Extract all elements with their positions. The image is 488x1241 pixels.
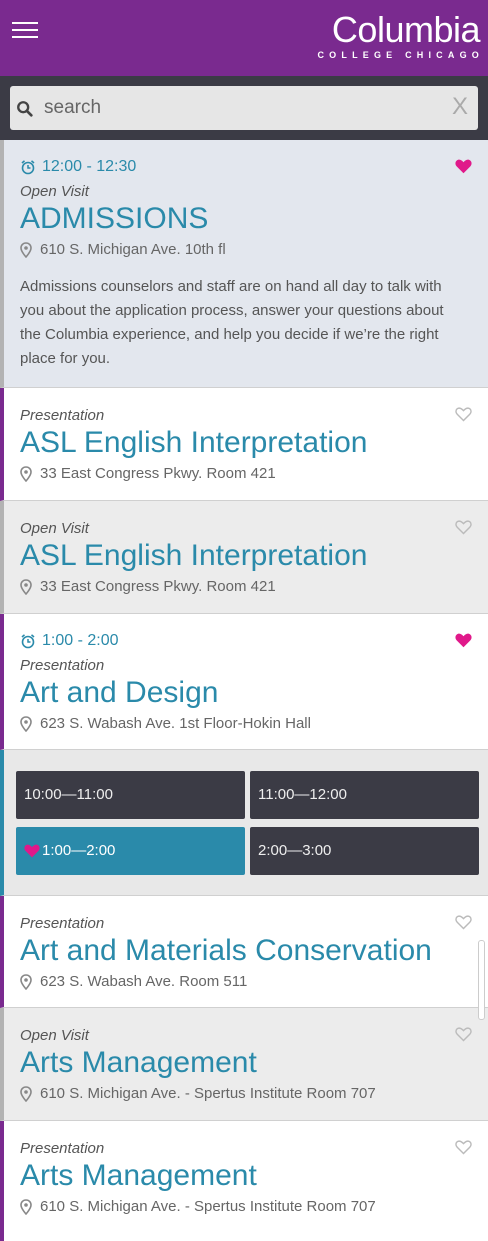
- event-type: Presentation: [20, 1140, 105, 1157]
- favorite-heart-outline-icon[interactable]: [455, 520, 472, 535]
- event-type: Presentation: [20, 407, 105, 424]
- event-location: 623 S. Wabash Ave. Room 511: [20, 973, 248, 991]
- location-pin-icon: [20, 579, 32, 596]
- event-location-text: 33 East Congress Pkwy. Room 421: [40, 465, 276, 482]
- event-item-arts-management-open-visit[interactable]: Open Visit Arts Management 610 S. Michig…: [0, 1008, 488, 1121]
- favorite-heart-filled-icon[interactable]: [455, 159, 472, 174]
- favorite-heart-outline-icon[interactable]: [455, 407, 472, 422]
- location-pin-icon: [20, 1199, 32, 1216]
- app-header: Columbia COLLEGE CHICAGO: [0, 0, 488, 76]
- event-time-text: 12:00 - 12:30: [42, 158, 137, 175]
- event-title[interactable]: ASL English Interpretation: [20, 426, 367, 460]
- time-slot-label: 10:00—11:00: [24, 786, 113, 803]
- event-item-asl-presentation[interactable]: Presentation ASL English Interpretation …: [0, 388, 488, 501]
- search-icon: [17, 101, 33, 117]
- location-pin-icon: [20, 1086, 32, 1103]
- event-title[interactable]: ASL English Interpretation: [20, 539, 367, 573]
- event-type: Open Visit: [20, 183, 89, 200]
- logo-wordmark: Columbia: [331, 9, 481, 50]
- favorite-heart-filled-icon[interactable]: [455, 633, 472, 648]
- event-item-art-and-design[interactable]: 1:00 - 2:00 Presentation Art and Design …: [0, 614, 488, 750]
- event-item-arts-management-presentation[interactable]: Presentation Arts Management 610 S. Mich…: [0, 1121, 488, 1241]
- logo-subtitle: COLLEGE CHICAGO: [317, 50, 484, 60]
- event-location-text: 610 S. Michigan Ave. 10th fl: [40, 241, 226, 258]
- event-location: 33 East Congress Pkwy. Room 421: [20, 578, 276, 596]
- scrollbar[interactable]: [478, 940, 485, 1020]
- event-title[interactable]: Arts Management: [20, 1159, 257, 1193]
- favorite-heart-outline-icon[interactable]: [455, 1027, 472, 1042]
- event-location: 33 East Congress Pkwy. Room 421: [20, 465, 276, 483]
- event-type: Open Visit: [20, 520, 89, 537]
- event-item-admissions[interactable]: 12:00 - 12:30 Open Visit ADMISSIONS 610 …: [0, 140, 488, 388]
- event-location-text: 623 S. Wabash Ave. 1st Floor-Hokin Hall: [40, 715, 311, 732]
- favorite-heart-outline-icon[interactable]: [455, 915, 472, 930]
- event-location-text: 610 S. Michigan Ave. - Spertus Institute…: [40, 1085, 376, 1102]
- time-slot-button-selected[interactable]: 1:00—2:00: [16, 827, 245, 875]
- time-slot-label: 11:00—12:00: [258, 786, 347, 803]
- heart-filled-icon: [24, 844, 40, 858]
- event-item-art-materials-conservation[interactable]: Presentation Art and Materials Conservat…: [0, 896, 488, 1008]
- location-pin-icon: [20, 974, 32, 991]
- columbia-logo[interactable]: Columbia COLLEGE CHICAGO: [317, 9, 481, 61]
- event-list: 12:00 - 12:30 Open Visit ADMISSIONS 610 …: [0, 140, 488, 1241]
- event-time-text: 1:00 - 2:00: [42, 632, 119, 649]
- time-slot-panel: 10:00—11:00 11:00—12:00 1:00—2:00 2:00—3…: [0, 750, 488, 896]
- event-type: Presentation: [20, 915, 105, 932]
- event-description: Admissions counselors and staff are on h…: [20, 278, 444, 367]
- event-type: Open Visit: [20, 1027, 89, 1044]
- search-bar: X: [0, 76, 488, 140]
- alarm-clock-icon: [21, 633, 35, 649]
- event-location-text: 610 S. Michigan Ave. - Spertus Institute…: [40, 1198, 376, 1215]
- favorite-heart-outline-icon[interactable]: [455, 1140, 472, 1155]
- search-input[interactable]: [44, 86, 434, 130]
- event-title[interactable]: ADMISSIONS: [20, 202, 208, 236]
- location-pin-icon: [20, 466, 32, 483]
- event-time: 12:00 - 12:30: [20, 158, 136, 176]
- event-type: Presentation: [20, 657, 105, 674]
- time-slot-label: 2:00—3:00: [258, 842, 332, 859]
- alarm-clock-icon: [21, 159, 35, 175]
- clear-search-button[interactable]: X: [452, 94, 468, 120]
- event-title[interactable]: Art and Design: [20, 676, 218, 710]
- event-title[interactable]: Arts Management: [20, 1046, 257, 1080]
- location-pin-icon: [20, 716, 32, 733]
- time-slot-label: 1:00—2:00: [42, 842, 116, 859]
- hamburger-menu-icon[interactable]: [12, 22, 38, 40]
- event-location: 610 S. Michigan Ave. - Spertus Institute…: [20, 1198, 376, 1216]
- event-location-text: 623 S. Wabash Ave. Room 511: [40, 973, 248, 990]
- location-pin-icon: [20, 242, 32, 259]
- event-location: 610 S. Michigan Ave. - Spertus Institute…: [20, 1085, 376, 1103]
- time-slot-button[interactable]: 2:00—3:00: [250, 827, 479, 875]
- event-location: 623 S. Wabash Ave. 1st Floor-Hokin Hall: [20, 715, 311, 733]
- event-title[interactable]: Art and Materials Conservation: [20, 934, 432, 968]
- event-time: 1:00 - 2:00: [20, 632, 119, 650]
- search-box: X: [10, 86, 478, 130]
- event-location: 610 S. Michigan Ave. 10th fl: [20, 241, 226, 259]
- time-slot-button[interactable]: 10:00—11:00: [16, 771, 245, 819]
- event-location-text: 33 East Congress Pkwy. Room 421: [40, 578, 276, 595]
- event-item-asl-open-visit[interactable]: Open Visit ASL English Interpretation 33…: [0, 501, 488, 614]
- time-slot-button[interactable]: 11:00—12:00: [250, 771, 479, 819]
